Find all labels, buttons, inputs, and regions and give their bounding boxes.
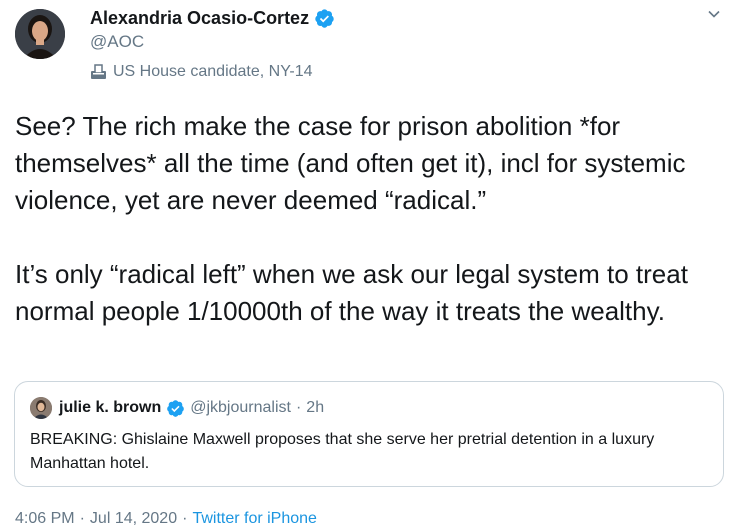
candidate-label: US House candidate, NY-14: [90, 62, 313, 82]
separator-dot: ·: [182, 510, 188, 527]
quoted-timestamp[interactable]: 2h: [306, 399, 324, 417]
tweet-time[interactable]: 4:06 PM: [15, 510, 75, 528]
author-handle[interactable]: @AOC: [90, 32, 144, 52]
chevron-down-icon[interactable]: [706, 6, 722, 22]
quoted-tweet-text: BREAKING: Ghislaine Maxwell proposes tha…: [30, 431, 655, 472]
quoted-tweet-header: julie k. brown @jkbjournalist · 2h: [30, 396, 324, 420]
author-avatar[interactable]: [15, 9, 65, 59]
verified-badge-icon: [166, 399, 185, 418]
quoted-author-handle[interactable]: @jkbjournalist: [190, 399, 291, 417]
author-name[interactable]: Alexandria Ocasio-Cortez: [90, 8, 309, 29]
candidate-label-text: US House candidate, NY-14: [113, 63, 313, 80]
tweet: Alexandria Ocasio-Cortez @AOC US House c…: [0, 0, 736, 531]
quoted-author-avatar[interactable]: [30, 397, 52, 419]
tweet-meta: 4:06 PM · Jul 14, 2020 · Twitter for iPh…: [15, 510, 317, 528]
verified-badge-icon: [314, 8, 335, 29]
tweet-date[interactable]: Jul 14, 2020: [90, 510, 177, 528]
quoted-author-name[interactable]: julie k. brown: [59, 399, 161, 417]
separator-dot: ·: [79, 510, 85, 527]
quoted-tweet[interactable]: julie k. brown @jkbjournalist · 2h BREAK…: [14, 381, 724, 487]
ballot-box-icon: [90, 64, 107, 80]
tweet-text: See? The rich make the case for prison a…: [15, 111, 688, 326]
tweet-source-link[interactable]: Twitter for iPhone: [192, 510, 317, 528]
separator-dot: ·: [295, 399, 302, 416]
author-name-row: Alexandria Ocasio-Cortez: [90, 6, 335, 30]
